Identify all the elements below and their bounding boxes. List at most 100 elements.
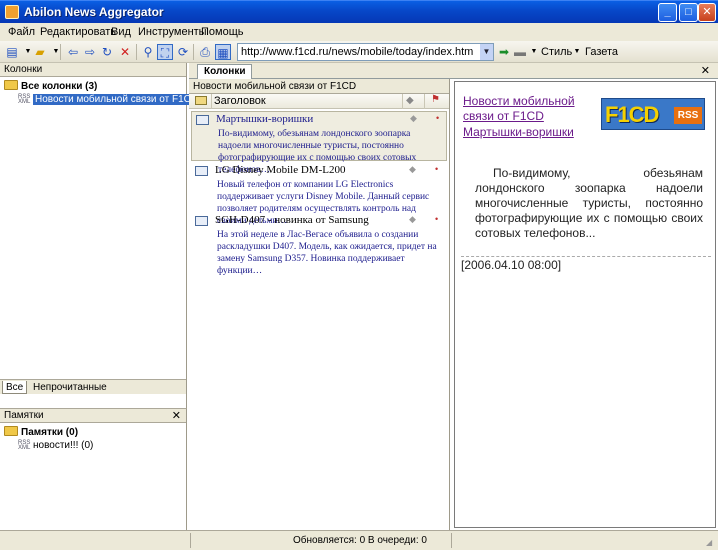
notes-item-label: новости!!! (0) [33, 440, 94, 451]
notes-root-label: Памятки (0) [21, 427, 79, 438]
view-mode-dropdown-arrow[interactable]: ▼ [526, 44, 542, 60]
layout-icon[interactable]: ▦ [215, 44, 231, 60]
style-dropdown-arrow[interactable]: ▼ [569, 44, 585, 60]
address-dropdown-arrow[interactable]: ▼ [480, 44, 493, 60]
go-icon[interactable]: ➡ [496, 44, 512, 60]
notes-tree: Памятки (0) RSS XML новости!!! (0) [0, 423, 186, 452]
tab-all[interactable]: Все [2, 381, 28, 394]
toolbar: ▤ ▼ ▰ ▼ ⇦ ⇨ ↻ ✕ ⚲ ⛶ ⟳ ⎙ ▦ http://www.f1c… [0, 41, 718, 63]
resize-grip[interactable]: ◢ [706, 538, 716, 548]
news-item-title: LG Disney Mobile DM-L200 [215, 164, 346, 176]
toolbar-separator [60, 44, 61, 60]
menu-tools[interactable]: Инструменты [138, 26, 207, 38]
column-header-row: Заголовок ◆ ⚑ [189, 94, 449, 109]
status-bar: Обновляется: 0 В очереди: 0 ◢ [0, 530, 718, 550]
folder-icon [4, 80, 18, 90]
newspaper-button[interactable]: Газета [585, 46, 618, 58]
news-item[interactable]: Мартышки-воришки ◆ • По-видимому, обезья… [191, 111, 447, 175]
news-item[interactable]: SGH-D407 - новинка от Samsung ◆ • На это… [191, 213, 447, 276]
toolbar-separator [136, 44, 137, 60]
columns-pane: Колонки Все колонки (3) RSS XML Новости мо… [0, 63, 216, 408]
tree-feed-item[interactable]: RSS XML Новости мобильной связи от F1CD (3… [4, 93, 216, 106]
fullscreen-icon[interactable]: ⛶ [157, 44, 173, 60]
tab-unread[interactable]: Непрочитанные [30, 381, 110, 394]
update-icon[interactable]: ⟳ [175, 44, 191, 60]
main-pane: Колонки ✕ Новости мобильной связи от F1C… [189, 63, 718, 530]
flag-icon: • [435, 214, 439, 224]
minimize-button[interactable]: _ [658, 3, 677, 22]
menu-file[interactable]: Файл [8, 26, 35, 38]
menu-help[interactable]: Помощь [201, 26, 244, 38]
news-list-title: Новости мобильной связи от F1CD [189, 79, 449, 94]
delete-icon[interactable]: ✕ [117, 44, 133, 60]
news-item-summary: На этой неделе в Лас-Вегасе объявила о с… [217, 230, 437, 276]
feed-link-line2[interactable]: связи от F1CD [463, 109, 544, 123]
window-title: Abilon News Aggregator [24, 5, 164, 19]
status-divider [190, 533, 191, 548]
filter-tabs: Все Непрочитанные [0, 379, 186, 394]
diamond-column-icon[interactable]: ◆ [406, 95, 414, 106]
article-body: По-видимому, обезьянам лондонского зоопа… [475, 166, 703, 240]
envelope-icon [195, 216, 208, 226]
open-dropdown-arrow[interactable]: ▼ [48, 44, 64, 60]
menu-bar: Файл Редактировать Вид Инструменты Помощ… [0, 23, 718, 41]
address-input[interactable]: http://www.f1cd.ru/news/mobile/today/ind… [237, 43, 494, 61]
menu-edit[interactable]: Редактировать [40, 26, 116, 38]
menu-view[interactable]: Вид [111, 26, 131, 38]
tree-root[interactable]: Все колонки (3) [4, 80, 186, 93]
feed-link-line1[interactable]: Новости мобильной [463, 94, 575, 108]
close-button[interactable]: ✕ [698, 3, 716, 22]
notes-pane-title: Памятки [4, 410, 44, 421]
app-icon [5, 5, 19, 19]
style-button[interactable]: Стиль [541, 46, 572, 58]
forward-arrow-icon[interactable]: ⇨ [82, 44, 98, 60]
envelope-column-icon[interactable] [195, 96, 207, 105]
diamond-icon: ◆ [409, 164, 416, 174]
xml-feed-icon: RSS XML [18, 94, 31, 105]
refresh-icon[interactable]: ↻ [99, 44, 115, 60]
toolbar-separator [193, 44, 194, 60]
flag-icon: • [436, 113, 440, 123]
tree-root-label: Все колонки (3) [21, 81, 98, 92]
tab-columns[interactable]: Колонки [197, 64, 253, 79]
maximize-button[interactable]: □ [679, 3, 698, 22]
title-bar: Abilon News Aggregator _ □ ✕ [0, 0, 718, 23]
xml-feed-icon: RSS XML [18, 440, 31, 451]
article-date: [2006.04.10 08:00] [461, 258, 562, 272]
f1cd-rss-logo: F1CD RSS [601, 98, 705, 130]
news-item-title: SGH-D407 - новинка от Samsung [215, 214, 369, 226]
status-text: Обновляется: 0 В очереди: 0 [293, 535, 427, 546]
article-preview: Новости мобильной связи от F1CD Мартышки… [454, 81, 716, 528]
column-divider [424, 94, 425, 109]
print-icon[interactable]: ⎙ [197, 44, 213, 60]
columns-pane-header: Колонки [0, 63, 186, 77]
news-item-title: Мартышки-воришки [216, 113, 314, 125]
column-header-title[interactable]: Заголовок [214, 95, 266, 107]
main-tabstrip: Колонки ✕ [189, 63, 718, 79]
tree-feed-label: Новости мобильной связи от F1CD (3) [33, 94, 216, 105]
close-tab-icon[interactable]: ✕ [701, 64, 710, 77]
columns-tree: Все колонки (3) RSS XML Новости мобильной … [0, 77, 216, 106]
notes-pane: Памятки ✕ Памятки (0) RSS XML новости!!! (… [0, 408, 187, 530]
envelope-icon [195, 166, 208, 176]
search-icon[interactable]: ⚲ [140, 44, 156, 60]
notes-item[interactable]: RSS XML новости!!! (0) [4, 439, 186, 452]
flag-icon: • [435, 164, 439, 174]
column-divider [211, 94, 212, 109]
article-link[interactable]: Мартышки-воришки [463, 125, 574, 139]
open-folder-icon[interactable]: ▰ [32, 44, 48, 60]
new-item-icon[interactable]: ▤ [4, 44, 20, 60]
column-divider [402, 94, 403, 109]
folder-icon [4, 426, 18, 436]
notes-root[interactable]: Памятки (0) [4, 426, 186, 439]
diamond-icon: ◆ [409, 214, 416, 224]
back-arrow-icon[interactable]: ⇦ [65, 44, 81, 60]
news-list: Новости мобильной связи от F1CD Заголово… [189, 79, 450, 530]
close-icon[interactable]: ✕ [172, 409, 181, 423]
status-divider [451, 533, 452, 548]
logo-rss-badge: RSS [674, 107, 702, 124]
flag-column-icon[interactable]: ⚑ [431, 94, 440, 105]
news-item[interactable]: LG Disney Mobile DM-L200 ◆ • Новый телеф… [191, 163, 447, 226]
envelope-icon [196, 115, 209, 125]
notes-pane-header: Памятки ✕ [0, 409, 186, 423]
